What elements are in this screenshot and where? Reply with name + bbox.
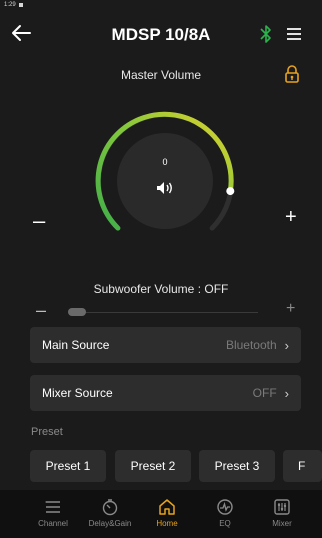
subwoofer-volume-label: Subwoofer Volume : OFF — [93, 282, 229, 296]
status-time: 1:29 — [4, 2, 16, 8]
volume-knob-handle — [226, 187, 235, 196]
channel-icon — [45, 501, 60, 513]
master-volume-increase-button[interactable]: + — [285, 206, 297, 229]
speaker-icon — [157, 182, 172, 194]
tab-home[interactable]: Home — [137, 498, 197, 528]
tab-delay-gain[interactable]: Delay&Gain — [80, 498, 140, 528]
tab-delay-gain-label: Delay&Gain — [88, 519, 132, 528]
timer-icon — [102, 499, 118, 516]
preset-section-label: Preset — [31, 426, 63, 438]
chevron-right-icon: › — [284, 337, 289, 353]
eq-icon — [217, 499, 233, 515]
lock-icon[interactable] — [284, 65, 300, 83]
main-source-row[interactable]: Main Source Bluetooth › — [30, 327, 301, 363]
preset-2-button[interactable]: Preset 2 — [115, 450, 191, 482]
preset-3-button[interactable]: Preset 3 — [199, 450, 275, 482]
mixer-source-label: Mixer Source — [42, 386, 113, 400]
mixer-icon — [274, 499, 290, 515]
home-icon — [159, 499, 175, 515]
tab-channel-label: Channel — [38, 519, 68, 528]
master-volume-label: Master Volume — [120, 68, 202, 82]
tab-eq-label: EQ — [219, 519, 231, 528]
tab-channel[interactable]: Channel — [23, 498, 83, 528]
mixer-source-row[interactable]: Mixer Source OFF › — [30, 375, 301, 411]
menu-icon[interactable] — [286, 26, 302, 42]
mixer-source-value: OFF — [252, 386, 277, 400]
status-bar: 1:29 — [4, 2, 23, 8]
main-source-value: Bluetooth — [225, 338, 277, 352]
chevron-right-icon: › — [284, 385, 289, 401]
subwoofer-decrease-button[interactable]: – — [36, 300, 46, 321]
master-volume-value: 0 — [162, 157, 168, 167]
tab-home-label: Home — [156, 519, 178, 528]
main-source-label: Main Source — [42, 338, 110, 352]
tab-mixer-label: Mixer — [272, 519, 292, 528]
tab-eq[interactable]: EQ — [195, 498, 255, 528]
subwoofer-slider-track[interactable] — [68, 312, 258, 313]
bluetooth-icon[interactable] — [258, 24, 274, 44]
master-volume-decrease-button[interactable]: – — [33, 208, 45, 234]
notification-icon — [18, 3, 23, 7]
tab-mixer[interactable]: Mixer — [252, 498, 312, 528]
subwoofer-slider-thumb[interactable] — [68, 308, 86, 316]
subwoofer-increase-button[interactable]: + — [286, 300, 295, 318]
preset-1-button[interactable]: Preset 1 — [30, 450, 106, 482]
preset-4-button[interactable]: F — [283, 450, 322, 482]
